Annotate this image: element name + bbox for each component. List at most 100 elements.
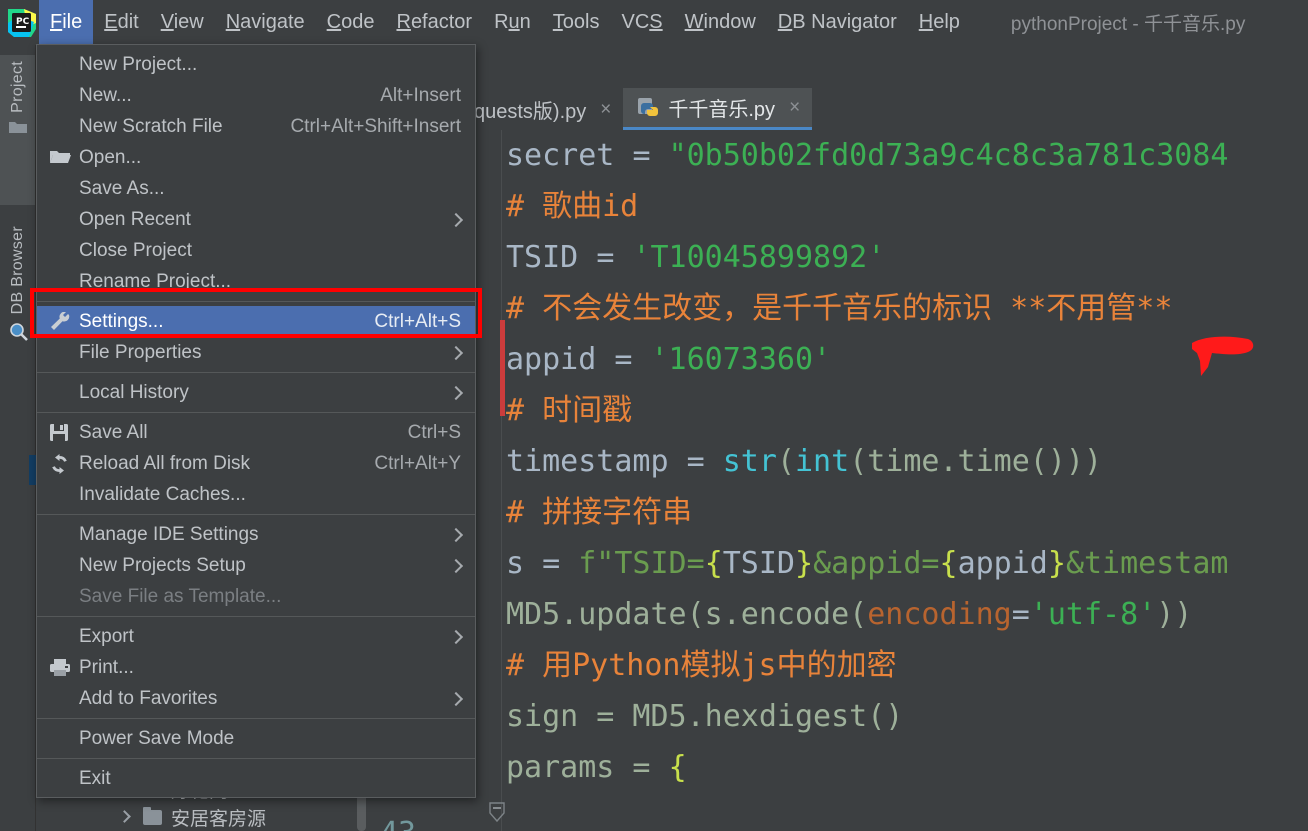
menu-item-new[interactable]: New... Alt+Insert bbox=[37, 80, 475, 111]
folder-icon bbox=[143, 806, 162, 825]
code-token: sign = MD5.hexdigest() bbox=[506, 699, 904, 734]
code-content[interactable]: secret = "0b50b02fd0d73a9c4c8c3a781c3084… bbox=[506, 130, 1308, 831]
code-token: } bbox=[1047, 546, 1066, 581]
menu-item-invalidate-caches[interactable]: Invalidate Caches... bbox=[37, 479, 475, 510]
code-token: secret bbox=[506, 138, 633, 173]
code-line[interactable]: params = { bbox=[506, 742, 1308, 793]
menu-item-open[interactable]: Open... bbox=[37, 142, 475, 173]
code-token: } bbox=[795, 546, 814, 581]
menu-item-label: Exit bbox=[79, 767, 111, 789]
menu-item-label: Local History bbox=[79, 381, 189, 403]
menu-item-new-projects-setup[interactable]: New Projects Setup bbox=[37, 550, 475, 581]
menu-item-power-save-mode[interactable]: Power Save Mode bbox=[37, 723, 475, 754]
menu-item-reload-all-from-disk[interactable]: Reload All from Disk Ctrl+Alt+Y bbox=[37, 448, 475, 479]
sidebar-item-label: Project bbox=[8, 61, 26, 113]
menu-item-file-properties[interactable]: File Properties bbox=[37, 337, 475, 368]
menu-run[interactable]: Run bbox=[483, 0, 542, 45]
code-token: # 歌曲id bbox=[506, 189, 639, 224]
pycharm-window: quests版).py × 千千音乐.py × 43 bbox=[0, 0, 1308, 831]
wrench-icon bbox=[49, 311, 71, 332]
code-line[interactable]: s = f"TSID={TSID}&appid={appid}&timestam bbox=[506, 538, 1308, 589]
menu-item-label: New Project... bbox=[79, 53, 198, 75]
menu-item-exit[interactable]: Exit bbox=[37, 763, 475, 794]
menu-item-label: Save All bbox=[79, 421, 148, 443]
close-icon[interactable]: × bbox=[789, 98, 800, 117]
code-token: = bbox=[632, 138, 669, 173]
menu-item-save-all[interactable]: Save All Ctrl+S bbox=[37, 417, 475, 448]
editor-tab-active[interactable]: 千千音乐.py × bbox=[623, 88, 813, 130]
chevron-right-icon[interactable] bbox=[117, 809, 133, 825]
menu-item-add-to-favorites[interactable]: Add to Favorites bbox=[37, 683, 475, 714]
menu-item-open-recent[interactable]: Open Recent bbox=[37, 204, 475, 235]
code-token: MD5.update(s.encode( bbox=[506, 597, 868, 632]
code-line[interactable]: timestamp = str(int(time.time())) bbox=[506, 436, 1308, 487]
code-fold-marker-icon[interactable] bbox=[488, 802, 506, 828]
close-icon[interactable]: × bbox=[600, 100, 611, 119]
code-token: )) bbox=[1156, 597, 1193, 632]
code-line[interactable]: # 拼接字符串 bbox=[506, 487, 1308, 538]
menu-item-close-project[interactable]: Close Project bbox=[37, 235, 475, 266]
code-line[interactable]: # 用Python模拟js中的加密 bbox=[506, 640, 1308, 691]
tree-item[interactable]: 安居客房源 bbox=[37, 803, 370, 831]
menu-item-label: Settings... bbox=[79, 310, 164, 332]
menu-separator bbox=[37, 301, 475, 302]
chevron-right-icon bbox=[451, 530, 461, 540]
menu-item-new-scratch-file[interactable]: New Scratch File Ctrl+Alt+Shift+Insert bbox=[37, 111, 475, 142]
code-line[interactable]: sign = MD5.hexdigest() bbox=[506, 691, 1308, 742]
menu-item-export[interactable]: Export bbox=[37, 621, 475, 652]
menu-item-print[interactable]: Print... bbox=[37, 652, 475, 683]
sidebar-item-project[interactable]: Project bbox=[0, 55, 35, 205]
menu-item-settings[interactable]: Settings... Ctrl+Alt+S bbox=[37, 306, 475, 337]
menu-file[interactable]: File bbox=[39, 0, 94, 45]
menu-item-label: Power Save Mode bbox=[79, 727, 235, 749]
menu-item-shortcut: Ctrl+Alt+Y bbox=[374, 452, 461, 474]
menu-refactor[interactable]: Refactor bbox=[385, 0, 483, 45]
code-token: # 用Python模拟js中的加密 bbox=[506, 648, 897, 683]
file-menu-popup[interactable]: New Project... New... Alt+Insert New Scratc… bbox=[36, 44, 476, 798]
menu-edit[interactable]: Edit bbox=[93, 0, 149, 45]
chevron-right-icon bbox=[451, 388, 461, 398]
menu-separator bbox=[37, 758, 475, 759]
svg-text:PC: PC bbox=[16, 17, 30, 27]
error-stripe-marker bbox=[500, 320, 505, 416]
menu-code[interactable]: Code bbox=[316, 0, 386, 45]
code-line[interactable]: MD5.update(s.encode(encoding='utf-8')) bbox=[506, 589, 1308, 640]
code-line[interactable]: # 时间戳 bbox=[506, 385, 1308, 436]
code-line[interactable]: TSID = 'T10045899892' bbox=[506, 232, 1308, 283]
folder-icon bbox=[8, 119, 28, 140]
menu-item-manage-ide-settings[interactable]: Manage IDE Settings bbox=[37, 519, 475, 550]
menu-window[interactable]: Window bbox=[674, 0, 767, 45]
menu-item-save-as[interactable]: Save As... bbox=[37, 173, 475, 204]
menu-view[interactable]: View bbox=[150, 0, 215, 45]
menu-vcs[interactable]: VCS bbox=[611, 0, 674, 45]
code-line[interactable]: # 不会发生改变，是千千音乐的标识 **不用管** bbox=[506, 283, 1308, 334]
menu-db-navigator[interactable]: DB Navigator bbox=[767, 0, 908, 45]
sidebar-item-db-browser[interactable]: DB Browser bbox=[0, 220, 35, 380]
code-line[interactable]: # 歌曲id bbox=[506, 181, 1308, 232]
code-token: appid bbox=[506, 342, 615, 377]
menu-item-new-project[interactable]: New Project... bbox=[37, 49, 475, 80]
code-token: encoding bbox=[867, 597, 1012, 632]
code-line[interactable]: secret = "0b50b02fd0d73a9c4c8c3a781c3084 bbox=[506, 130, 1308, 181]
menu-tools[interactable]: Tools bbox=[542, 0, 611, 45]
menu-item-rename-project[interactable]: Rename Project... bbox=[37, 266, 475, 297]
printer-icon bbox=[49, 658, 71, 678]
menu-item-label: New Scratch File bbox=[79, 115, 223, 137]
menu-navigate[interactable]: Navigate bbox=[215, 0, 316, 45]
chevron-right-icon bbox=[451, 348, 461, 358]
menu-bar: File Edit View Navigate Code Refactor Run Tools… bbox=[39, 0, 971, 45]
code-token: # 时间戳 bbox=[506, 393, 633, 428]
code-token: # 不会发生改变，是千千音乐的标识 **不用管** bbox=[506, 291, 1173, 326]
code-line[interactable]: appid = '16073360' bbox=[506, 334, 1308, 385]
menu-item-label: Save File as Template... bbox=[79, 585, 282, 607]
code-token: &timestam bbox=[1065, 546, 1229, 581]
editor-tab-inactive[interactable]: quests版).py × bbox=[460, 88, 623, 130]
db-browser-icon bbox=[7, 320, 29, 347]
editor-area: quests版).py × 千千音乐.py × 43 bbox=[370, 45, 1308, 831]
menu-item-local-history[interactable]: Local History bbox=[37, 377, 475, 408]
menu-separator bbox=[37, 718, 475, 719]
menu-item-shortcut: Ctrl+Alt+Shift+Insert bbox=[290, 115, 461, 137]
code-token: int bbox=[795, 444, 850, 479]
code-token: = bbox=[686, 444, 723, 479]
menu-help[interactable]: Help bbox=[908, 0, 971, 45]
